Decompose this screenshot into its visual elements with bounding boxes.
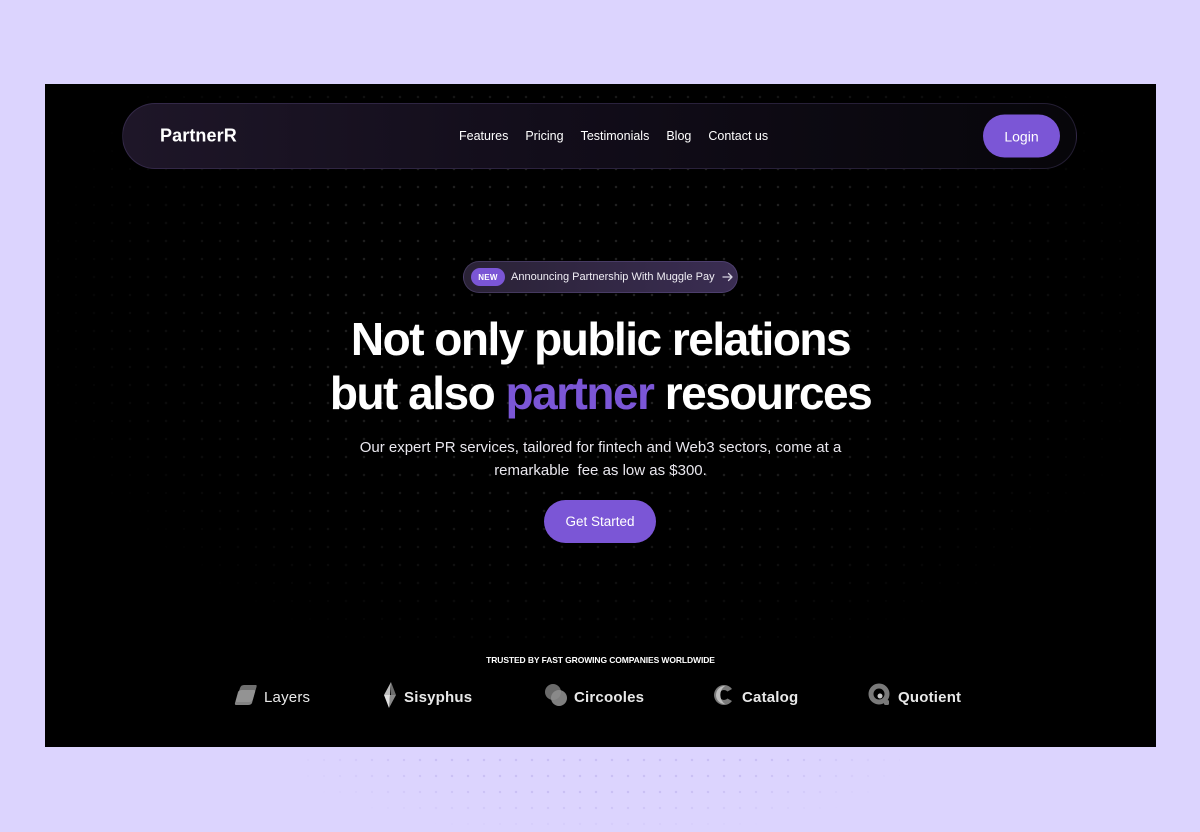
background-dot-pattern [300, 752, 900, 832]
logo-name: Sisyphus [404, 688, 473, 706]
sisyphus-logo-icon [382, 681, 398, 713]
nav-link-pricing[interactable]: Pricing [525, 129, 563, 143]
new-badge: NEW [471, 268, 505, 286]
logo-name: Quotient [898, 688, 962, 706]
announcement-pill[interactable]: NEW Announcing Partnership With Muggle P… [463, 261, 738, 293]
company-logos: Layers Sisyphus Circooles Catalog Quotie… [45, 681, 1156, 713]
logo-name: Circooles [574, 688, 645, 706]
landing-page-hero: PartnerR Features Pricing Testimonials B… [45, 84, 1156, 747]
announcement-text: Announcing Partnership With Muggle Pay [511, 271, 715, 283]
logo-name: Layers [264, 688, 311, 706]
login-button[interactable]: Login [983, 114, 1060, 158]
hero-subtitle: Our expert PR services, tailored for fin… [45, 436, 1156, 482]
circooles-logo-icon [544, 683, 568, 712]
headline-accent-word: partner [505, 367, 654, 419]
quotient-logo-icon [868, 683, 892, 712]
nav-links: Features Pricing Testimonials Blog Conta… [459, 129, 768, 143]
nav-link-contact[interactable]: Contact us [708, 129, 768, 143]
logo-layers: Layers [234, 682, 310, 712]
layers-logo-icon [234, 684, 258, 711]
catalog-logo-icon [712, 683, 736, 712]
logo-quotient: Quotient [868, 682, 961, 712]
nav-link-blog[interactable]: Blog [666, 129, 691, 143]
get-started-button[interactable]: Get Started [544, 500, 656, 543]
hero-headline: Not only public relations but also partn… [45, 312, 1156, 420]
brand-logo[interactable]: PartnerR [160, 126, 237, 147]
subtitle-line-1: Our expert PR services, tailored for fin… [359, 439, 842, 456]
headline-line-2-suffix: resources [653, 367, 873, 419]
logo-name: Catalog [742, 688, 799, 706]
navbar: PartnerR Features Pricing Testimonials B… [122, 103, 1077, 169]
arrow-right-icon [721, 272, 734, 282]
logo-circooles: Circooles [544, 682, 644, 712]
trusted-heading: TRUSTED BY FAST GROWING COMPANIES WORLDW… [486, 655, 715, 665]
nav-link-features[interactable]: Features [459, 129, 508, 143]
headline-line-2-prefix: but also [329, 367, 506, 419]
nav-link-testimonials[interactable]: Testimonials [581, 129, 650, 143]
logo-catalog: Catalog [712, 682, 798, 712]
subtitle-line-2: remarkable fee as low as $300. [494, 462, 707, 479]
headline-line-1: Not only public relations [350, 313, 852, 365]
logo-sisyphus: Sisyphus [382, 681, 473, 713]
